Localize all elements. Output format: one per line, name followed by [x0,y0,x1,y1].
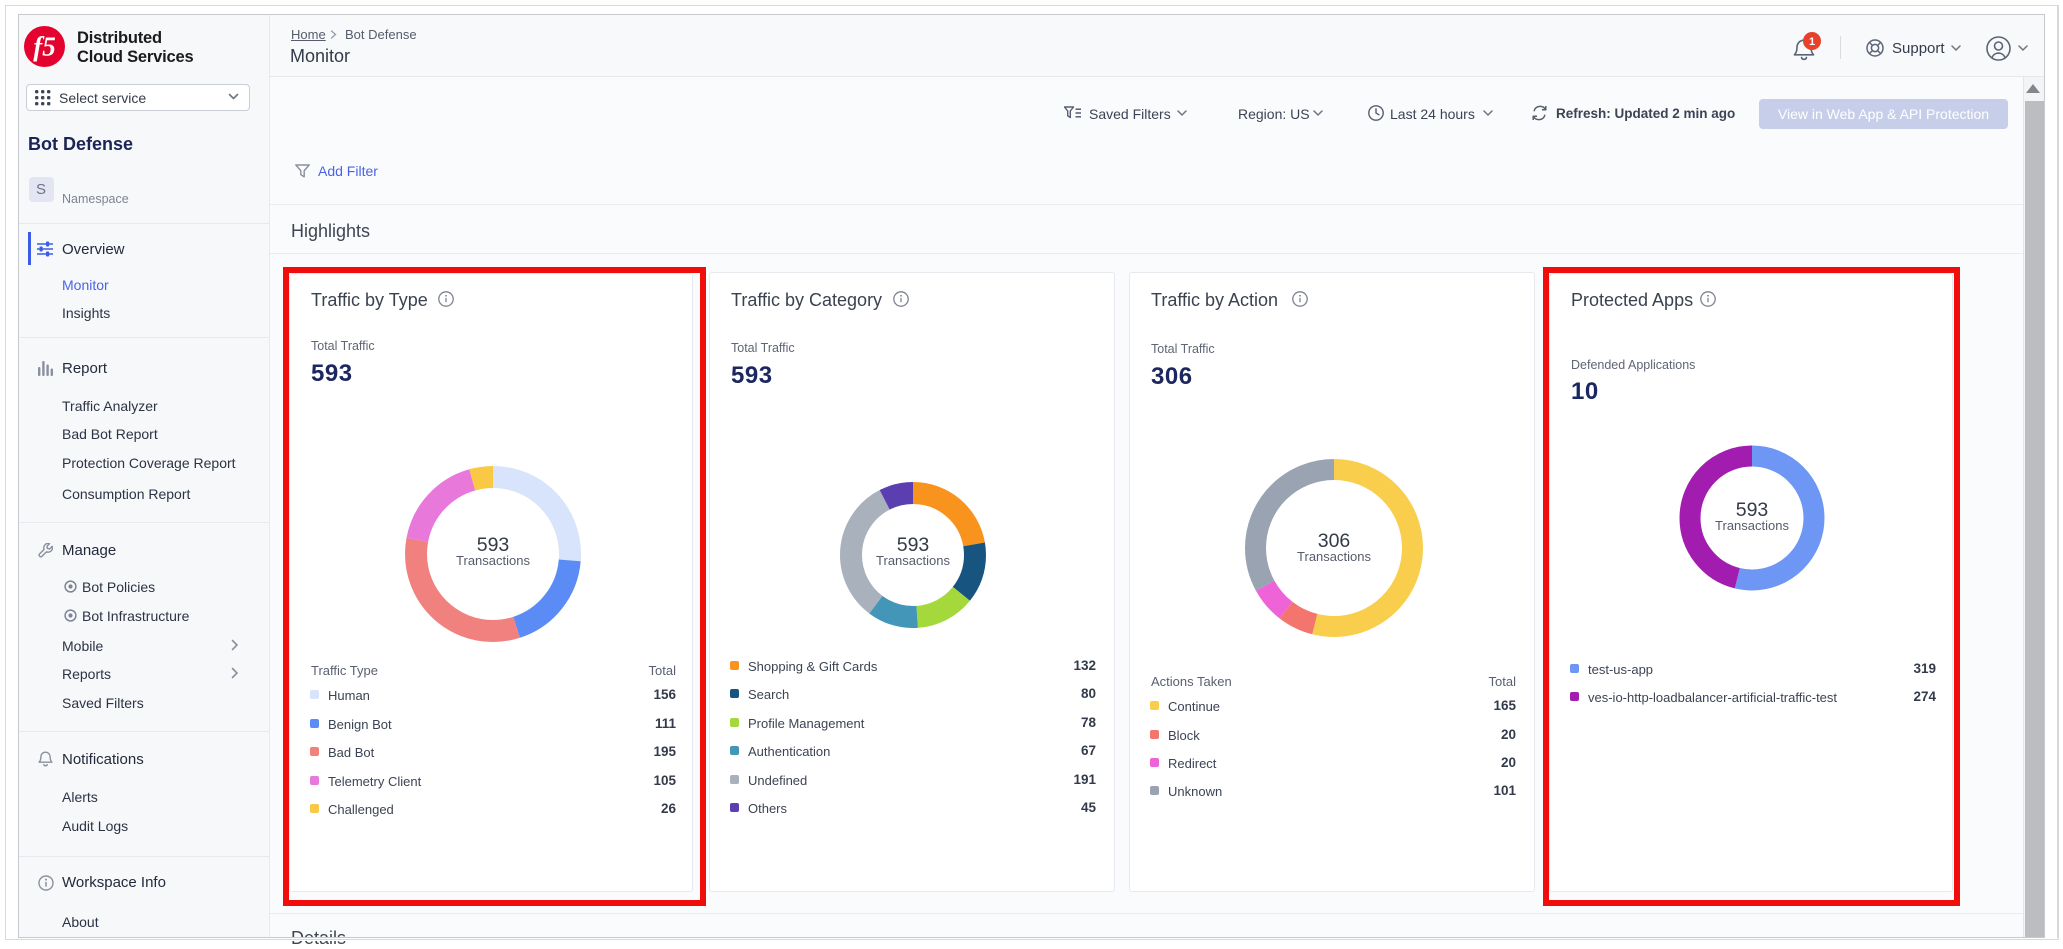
svg-text:f5: f5 [33,32,56,62]
